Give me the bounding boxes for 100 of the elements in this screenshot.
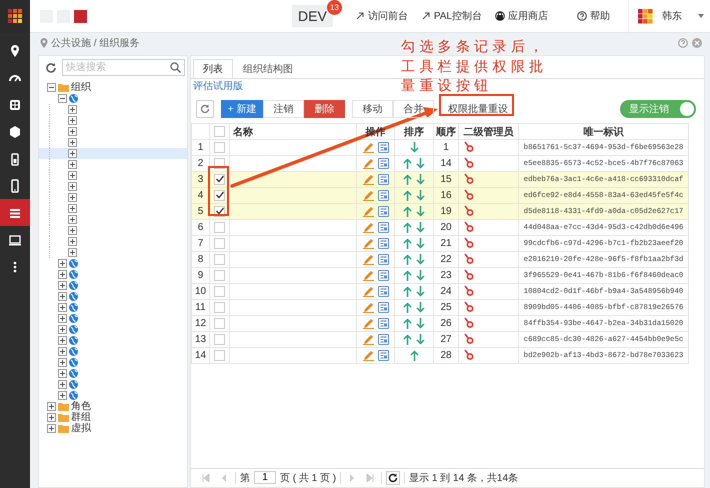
expand-icon[interactable] [68,171,77,180]
expand-icon[interactable] [68,204,77,213]
checkbox[interactable] [214,286,225,297]
checkbox[interactable] [214,142,225,153]
expand-icon[interactable] [68,215,77,224]
pencil-icon[interactable] [362,254,374,265]
expand-icon[interactable] [58,281,67,290]
expand-icon[interactable] [68,127,77,136]
user-name[interactable]: 韩东 [662,9,682,23]
tree-label[interactable]: 角色 [71,401,91,412]
down-arrow-icon[interactable] [416,254,425,265]
checkbox[interactable] [214,318,225,329]
checkbox[interactable] [214,174,225,185]
tree-item[interactable]: 群组 [39,412,187,423]
nav-link[interactable]: 帮助 [577,9,610,23]
up-arrow-icon[interactable] [403,270,412,281]
checkbox[interactable] [214,302,225,313]
up-arrow-icon[interactable] [403,206,412,217]
up-arrow-icon[interactable] [403,286,412,297]
checkbox[interactable] [214,350,225,361]
down-arrow-icon[interactable] [416,334,425,345]
document-icon[interactable] [378,334,388,345]
up-arrow-icon[interactable] [403,302,412,313]
expand-icon[interactable] [58,259,67,268]
tree-label[interactable]: 虚拟 [71,423,91,434]
toolbar-button[interactable]: + 新建 [221,100,263,118]
expand-icon[interactable] [68,116,77,125]
document-icon[interactable] [378,158,388,169]
collapse-icon[interactable] [47,83,56,92]
pencil-icon[interactable] [362,190,374,201]
expand-icon[interactable] [47,402,56,411]
down-arrow-icon[interactable] [416,222,425,233]
checkbox[interactable] [214,222,225,233]
expand-icon[interactable] [68,149,77,158]
admin-key-icon[interactable] [464,284,474,296]
expand-icon[interactable] [58,347,67,356]
up-arrow-icon[interactable] [403,174,412,185]
pencil-icon[interactable] [362,238,374,249]
admin-key-icon[interactable] [464,300,474,312]
admin-key-icon[interactable] [464,348,474,360]
admin-key-icon[interactable] [464,188,474,200]
nav-link[interactable]: PAL控制台 [420,9,482,23]
down-arrow-icon[interactable] [416,302,425,313]
expand-icon[interactable] [68,248,77,257]
pencil-icon[interactable] [362,286,374,297]
expand-icon[interactable] [68,138,77,147]
up-arrow-icon[interactable] [403,254,412,265]
checkbox[interactable] [214,254,225,265]
pencil-icon[interactable] [362,158,374,169]
expand-icon[interactable] [68,160,77,169]
document-icon[interactable] [378,174,388,185]
checkbox[interactable] [214,270,225,281]
expand-icon[interactable] [68,237,77,246]
document-icon[interactable] [378,350,388,361]
up-arrow-icon[interactable] [403,222,412,233]
pencil-icon[interactable] [362,318,374,329]
down-arrow-icon[interactable] [416,174,425,185]
tree-label[interactable]: 组织 [71,82,91,93]
toolbar-button[interactable]: 删除 [304,100,345,118]
down-arrow-icon[interactable] [416,318,425,329]
checkbox[interactable] [214,238,225,249]
checkbox[interactable] [214,334,225,345]
up-arrow-icon[interactable] [403,318,412,329]
checkbox[interactable] [214,126,225,137]
expand-icon[interactable] [58,369,67,378]
document-icon[interactable] [378,142,388,153]
toolbar-button[interactable]: 权限批量重设 [442,100,514,118]
expand-icon[interactable] [58,336,67,345]
search-field[interactable]: 快速搜索 [62,59,185,76]
admin-key-icon[interactable] [464,268,474,280]
refresh-button[interactable] [386,470,400,484]
document-icon[interactable] [378,302,388,313]
down-arrow-icon[interactable] [416,190,425,201]
search-icon[interactable] [170,62,181,73]
help-icon[interactable] [678,38,688,48]
expand-icon[interactable] [47,413,56,422]
expand-icon[interactable] [68,193,77,202]
app-tile-icon[interactable] [74,10,87,22]
expand-icon[interactable] [58,380,67,389]
toolbar-button[interactable]: 合并 [393,100,434,118]
refresh-icon[interactable] [45,62,57,74]
toolbar-button[interactable]: 注销 [263,100,304,118]
document-icon[interactable] [378,222,388,233]
document-icon[interactable] [378,190,388,201]
up-arrow-icon[interactable] [410,350,418,361]
expand-icon[interactable] [47,424,56,433]
down-arrow-icon[interactable] [410,142,418,153]
tree-item[interactable]: 角色 [39,401,187,412]
up-arrow-icon[interactable] [403,190,412,201]
document-icon[interactable] [378,254,388,265]
document-icon[interactable] [378,270,388,281]
admin-key-icon[interactable] [464,220,474,232]
expand-icon[interactable] [58,270,67,279]
expand-icon[interactable] [68,182,77,191]
collapse-icon[interactable] [58,94,67,103]
document-icon[interactable] [378,318,388,329]
admin-key-icon[interactable] [464,156,474,168]
down-arrow-icon[interactable] [416,238,425,249]
down-arrow-icon[interactable] [416,158,425,169]
document-icon[interactable] [378,286,388,297]
